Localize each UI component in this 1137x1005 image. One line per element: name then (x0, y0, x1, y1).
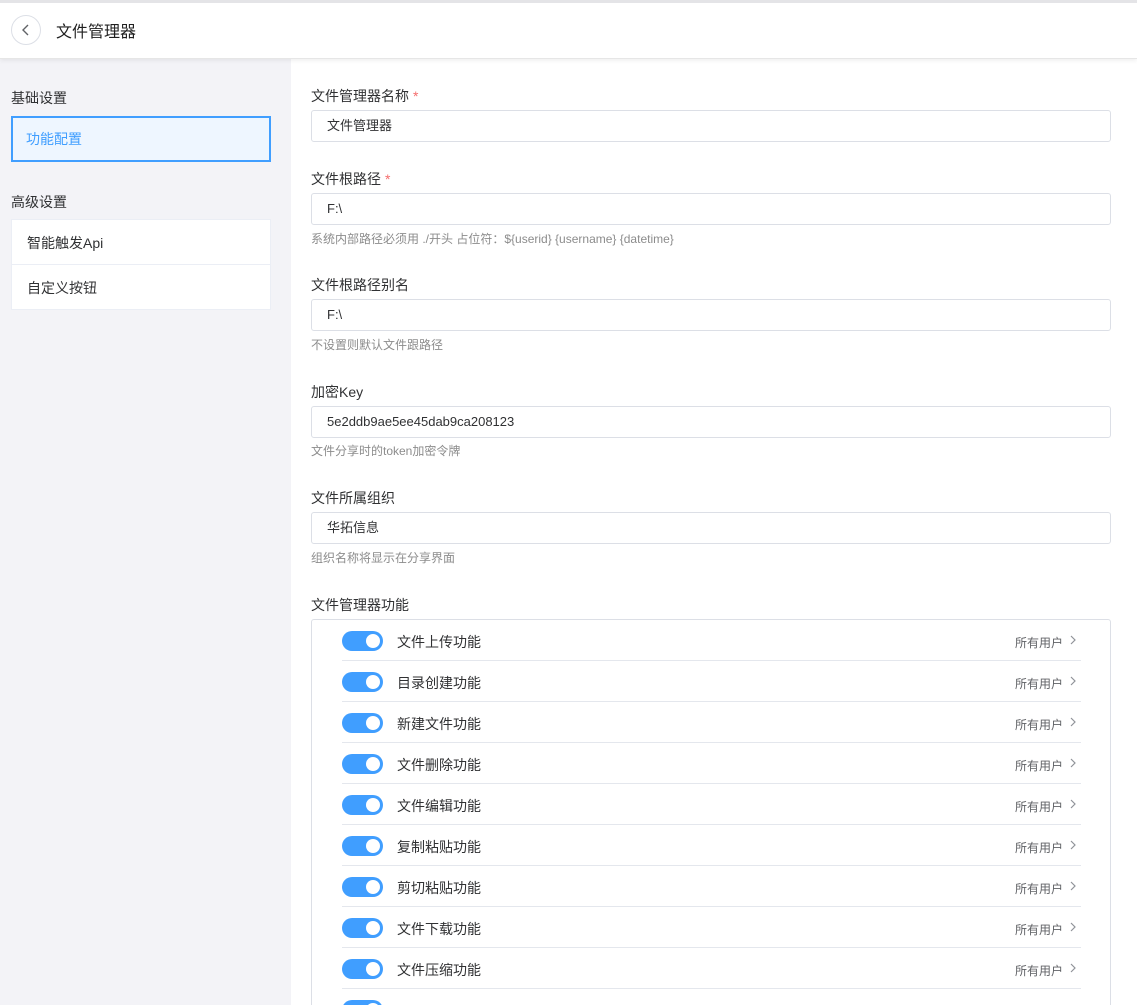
function-name: 目录创建功能 (397, 675, 481, 691)
function-row: 新建文件功能 所有用户 (342, 702, 1081, 743)
function-toggle[interactable] (342, 1000, 383, 1005)
chevron-right-icon[interactable] (1068, 921, 1078, 933)
page-title: 文件管理器 (56, 24, 137, 41)
encrypt-key-input[interactable]: 5e2ddb9ae5ee45dab9ca208123 (311, 406, 1111, 438)
chevron-right-icon[interactable] (1068, 675, 1078, 687)
page-header: 文件管理器 (0, 0, 1137, 59)
function-row: 文件压缩功能 所有用户 (342, 948, 1081, 989)
chevron-right-icon[interactable] (1068, 880, 1078, 892)
sidebar-group-advanced: 高级设置 (11, 194, 67, 210)
function-scope[interactable]: 所有用户 (1015, 675, 1063, 692)
function-row: 目录创建功能 所有用户 (342, 661, 1081, 702)
root-alias-input[interactable]: F:\ (311, 299, 1111, 331)
function-name: 新建文件功能 (397, 716, 481, 732)
functions-list: 文件上传功能 所有用户 目录创建功能 所有用户 新建文件功能 所有用户 文件删除… (311, 619, 1111, 1005)
function-row: 剪切粘贴功能 所有用户 (342, 866, 1081, 907)
sidebar-group-basic: 基础设置 (11, 90, 67, 106)
required-mark: * (413, 88, 419, 104)
functions-label: 文件管理器功能 (311, 597, 409, 613)
function-scope[interactable]: 所有用户 (1015, 839, 1063, 856)
function-row: 文件删除功能 所有用户 (342, 743, 1081, 784)
required-mark: * (385, 171, 391, 187)
sidebar-item-smart-trigger-api[interactable]: 智能触发Api (11, 219, 271, 265)
function-name: 文件下载功能 (397, 921, 481, 937)
function-name: 复制粘贴功能 (397, 839, 481, 855)
root-path-label: 文件根路径 * (311, 171, 391, 187)
back-button[interactable] (11, 15, 41, 45)
function-name: 文件压缩功能 (397, 962, 481, 978)
name-label: 文件管理器名称 * (311, 88, 419, 104)
function-scope[interactable]: 所有用户 (1015, 880, 1063, 897)
function-toggle[interactable] (342, 795, 383, 815)
function-toggle[interactable] (342, 713, 383, 733)
main-form: 文件管理器名称 * 文件管理器 文件根路径 * F:\ 系统内部路径必须用 ./开头… (291, 59, 1137, 1005)
root-alias-hint: 不设置则默认文件跟路径 (311, 338, 444, 352)
organization-label: 文件所属组织 (311, 490, 395, 506)
function-scope[interactable]: 所有用户 (1015, 757, 1063, 774)
function-name: 文件上传功能 (397, 634, 481, 650)
name-input[interactable]: 文件管理器 (311, 110, 1111, 142)
function-row: 文件编辑功能 所有用户 (342, 784, 1081, 825)
organization-hint: 组织名称将显示在分享界面 (311, 551, 456, 565)
function-toggle[interactable] (342, 877, 383, 897)
chevron-right-icon[interactable] (1068, 839, 1078, 851)
function-toggle[interactable] (342, 672, 383, 692)
function-scope[interactable]: 所有用户 (1015, 634, 1063, 651)
function-toggle[interactable] (342, 631, 383, 651)
chevron-right-icon[interactable] (1068, 634, 1078, 646)
root-path-hint: 系统内部路径必须用 ./开头 占位符：${userid} {username} … (311, 232, 674, 246)
function-scope[interactable]: 所有用户 (1015, 798, 1063, 815)
sidebar-item-function-config[interactable]: 功能配置 (11, 116, 271, 162)
function-toggle[interactable] (342, 754, 383, 774)
function-row: 复制粘贴功能 所有用户 (342, 825, 1081, 866)
chevron-right-icon[interactable] (1068, 798, 1078, 810)
root-path-input[interactable]: F:\ (311, 193, 1111, 225)
function-name: 剪切粘贴功能 (397, 880, 481, 896)
chevron-right-icon[interactable] (1068, 962, 1078, 974)
function-row: 文件上传功能 所有用户 (342, 620, 1081, 661)
chevron-right-icon[interactable] (1068, 757, 1078, 769)
sidebar: 基础设置 功能配置 高级设置 智能触发Api 自定义按钮 (0, 59, 291, 1005)
chevron-right-icon[interactable] (1068, 716, 1078, 728)
function-scope[interactable]: 所有用户 (1015, 921, 1063, 938)
function-scope[interactable]: 所有用户 (1015, 716, 1063, 733)
chevron-left-icon (22, 24, 29, 36)
function-row: 文件下载功能 所有用户 (342, 907, 1081, 948)
function-name: 文件编辑功能 (397, 798, 481, 814)
function-toggle[interactable] (342, 836, 383, 856)
function-toggle[interactable] (342, 918, 383, 938)
function-scope[interactable]: 所有用户 (1015, 962, 1063, 979)
function-name: 文件删除功能 (397, 757, 481, 773)
root-alias-label: 文件根路径别名 (311, 277, 409, 293)
encrypt-key-label: 加密Key (311, 384, 364, 400)
encrypt-key-hint: 文件分享时的token加密令牌 (311, 444, 461, 458)
organization-input[interactable]: 华拓信息 (311, 512, 1111, 544)
sidebar-item-custom-buttons[interactable]: 自定义按钮 (11, 264, 271, 310)
function-row (342, 989, 1081, 1005)
function-toggle[interactable] (342, 959, 383, 979)
